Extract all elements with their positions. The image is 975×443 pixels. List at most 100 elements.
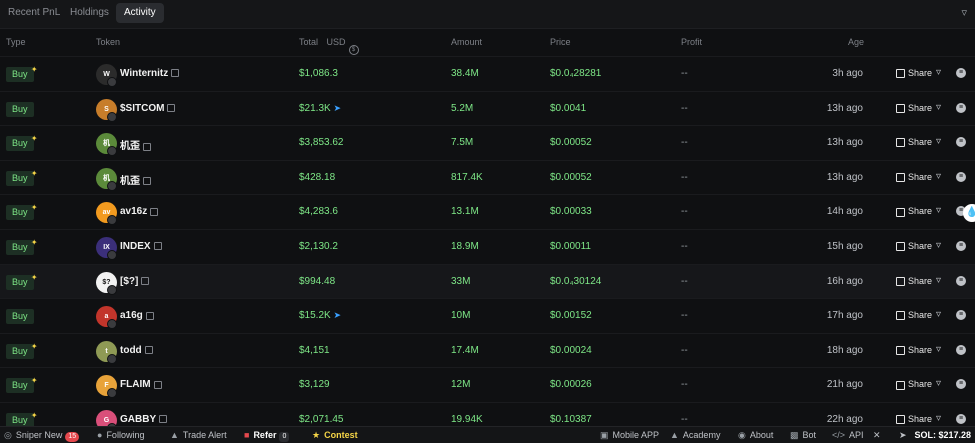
- menu-icon[interactable]: ≡: [956, 344, 966, 355]
- refer-link[interactable]: ■ Refer 0: [244, 430, 290, 442]
- copy-icon[interactable]: [171, 69, 180, 78]
- share-button[interactable]: Share: [896, 241, 933, 252]
- token-name[interactable]: Winternitz: [120, 68, 180, 79]
- telegram-icon[interactable]: ➤: [899, 430, 907, 441]
- share-button[interactable]: Share: [896, 345, 932, 355]
- menu-icon[interactable]: ≡: [956, 379, 966, 390]
- filter-icon[interactable]: ▿: [936, 171, 941, 182]
- table-row[interactable]: Buy ✦ W Winternitz $1,086.3 38.4M $0.0₄28281 --…: [0, 56, 975, 91]
- copy-icon[interactable]: [141, 276, 150, 285]
- filter-icon[interactable]: ▿: [936, 67, 941, 78]
- share-button[interactable]: Share: [896, 172, 932, 182]
- filter-icon[interactable]: ▿: [936, 378, 941, 389]
- menu-icon[interactable]: ≡: [956, 310, 966, 321]
- total-value: $2,130.2: [299, 241, 338, 252]
- token-name-text: 机歪: [120, 175, 140, 187]
- token-name[interactable]: [$?]: [120, 276, 150, 287]
- table-row[interactable]: Buy ✦ IX INDEX $2,130.2 18.9M $0.00011 -- 15h ag…: [0, 229, 975, 264]
- type-badge: Buy ✦: [6, 342, 38, 359]
- copy-icon[interactable]: [144, 346, 153, 355]
- column-total[interactable]: Total USD $: [299, 37, 359, 55]
- menu-icon[interactable]: ≡: [956, 414, 966, 424]
- about-link[interactable]: ◉ About: [738, 430, 773, 441]
- age-value: 15h ago: [826, 241, 863, 252]
- share-button[interactable]: Share: [896, 379, 932, 390]
- menu-icon[interactable]: ≡: [956, 68, 966, 78]
- sniper-icon: ◎: [4, 430, 12, 440]
- filter-icon[interactable]: ▿: [936, 413, 941, 424]
- sniper-new-link[interactable]: ◎ Sniper New 15: [4, 430, 80, 442]
- table-row[interactable]: Buy a a16g $15.2K ➤ 10M $0.00152 -- 17h ago Shar…: [0, 298, 975, 333]
- price-value: $0.00024: [550, 344, 592, 356]
- api-link[interactable]: </> API: [832, 430, 864, 440]
- filter-icon[interactable]: ▿: [936, 205, 941, 216]
- total-text: $3,129: [299, 379, 330, 391]
- filter-icon[interactable]: ▿: [936, 136, 941, 147]
- copy-icon[interactable]: [159, 415, 168, 424]
- share-label: Share: [908, 241, 933, 251]
- copy-icon[interactable]: [143, 142, 151, 151]
- trade-alert-link[interactable]: ▲ Trade Alert: [170, 430, 227, 440]
- table-row[interactable]: Buy ✦ av av16z $4,283.6 13.1M $0.00033 -- 14h ag…: [0, 194, 975, 229]
- tab-holdings[interactable]: Holdings: [62, 3, 117, 23]
- table-row[interactable]: Buy ✦ F FLAIM $3,129 12M $0.00026 -- 21h ago Shar…: [0, 367, 975, 402]
- contest-link[interactable]: ★ Contest: [312, 430, 358, 441]
- share-button[interactable]: Share: [896, 276, 932, 286]
- filter-icon[interactable]: ▿: [936, 240, 941, 251]
- tab-activity[interactable]: Activity: [116, 3, 164, 23]
- mobile-app-link[interactable]: ▣ Mobile APP: [600, 430, 659, 441]
- x-social-icon[interactable]: ✕: [873, 430, 881, 441]
- age-value: 21h ago: [826, 379, 863, 391]
- filter-icon[interactable]: ▿: [936, 102, 941, 113]
- share-button[interactable]: Share: [896, 68, 932, 79]
- copy-icon[interactable]: [153, 380, 162, 389]
- table-row[interactable]: Buy ✦ t todd $4,151 17.4M $0.00024 -- 18h ago Sha…: [0, 332, 975, 368]
- total-value: $4,151: [299, 345, 330, 356]
- table-row[interactable]: Buy ✦ $? [$?] $994.48 33M $0.0₄30124 -- 16h ago S…: [0, 263, 975, 299]
- menu-icon[interactable]: ≡: [956, 171, 966, 182]
- filter-icon[interactable]: ▿: [961, 6, 967, 19]
- menu-icon[interactable]: ≡: [956, 137, 966, 148]
- table-row[interactable]: Buy ✦ 机机歪 $3,853.62 7.5M $0.00052 -- 13h ago Sha…: [0, 125, 975, 160]
- sparkle-icon: ✦: [30, 65, 38, 74]
- token-name[interactable]: GABBY: [120, 414, 168, 425]
- share-button[interactable]: Share: [896, 414, 932, 425]
- bot-link[interactable]: ▩ Bot: [790, 430, 816, 441]
- share-button[interactable]: Share: [896, 206, 932, 217]
- menu-icon[interactable]: ≡: [956, 275, 966, 286]
- share-button[interactable]: Share: [896, 103, 932, 113]
- copy-icon[interactable]: [167, 103, 176, 112]
- copy-icon[interactable]: [145, 311, 154, 320]
- following-link[interactable]: ● Following: [97, 430, 144, 440]
- copy-icon[interactable]: [150, 207, 159, 216]
- share-button[interactable]: Share: [896, 310, 932, 321]
- filter-icon[interactable]: ▿: [936, 344, 941, 355]
- share-icon: [896, 69, 905, 79]
- menu-icon[interactable]: ≡: [956, 241, 966, 251]
- profit-value: --: [681, 241, 688, 252]
- token-name[interactable]: a16g: [120, 310, 154, 321]
- currency-toggle-icon[interactable]: $: [348, 45, 359, 55]
- token-name[interactable]: todd: [120, 345, 153, 356]
- token-name[interactable]: INDEX: [120, 241, 162, 252]
- price-value: $0.00033: [550, 206, 592, 218]
- token-name[interactable]: 机歪: [120, 172, 151, 187]
- academy-link[interactable]: ▲ Academy: [670, 430, 720, 440]
- copy-icon[interactable]: [143, 177, 151, 186]
- token-name[interactable]: av16z: [120, 206, 159, 217]
- tab-recent-pnl[interactable]: Recent PnL: [0, 3, 68, 23]
- share-button[interactable]: Share: [896, 137, 932, 148]
- sniper-count-badge: 15: [65, 432, 80, 442]
- table-row[interactable]: Buy ✦ 机机歪 $428.18 817.4K $0.00052 -- 13h ago Sha…: [0, 159, 975, 195]
- menu-icon[interactable]: ≡: [956, 102, 966, 113]
- column-type: Type: [6, 37, 26, 47]
- token-name[interactable]: 机歪: [120, 137, 151, 152]
- token-name[interactable]: $SITCOM: [120, 103, 176, 114]
- filter-icon[interactable]: ▿: [936, 275, 941, 286]
- table-row[interactable]: Buy S $SITCOM $21.3K ➤ 5.2M $0.0041 -- 13h ago S…: [0, 90, 975, 126]
- copy-icon[interactable]: [153, 242, 162, 251]
- token-name[interactable]: FLAIM: [120, 379, 162, 390]
- water-drop-icon[interactable]: 💧: [963, 204, 975, 222]
- filter-icon[interactable]: ▿: [936, 309, 941, 320]
- sparkle-icon: ✦: [30, 341, 38, 351]
